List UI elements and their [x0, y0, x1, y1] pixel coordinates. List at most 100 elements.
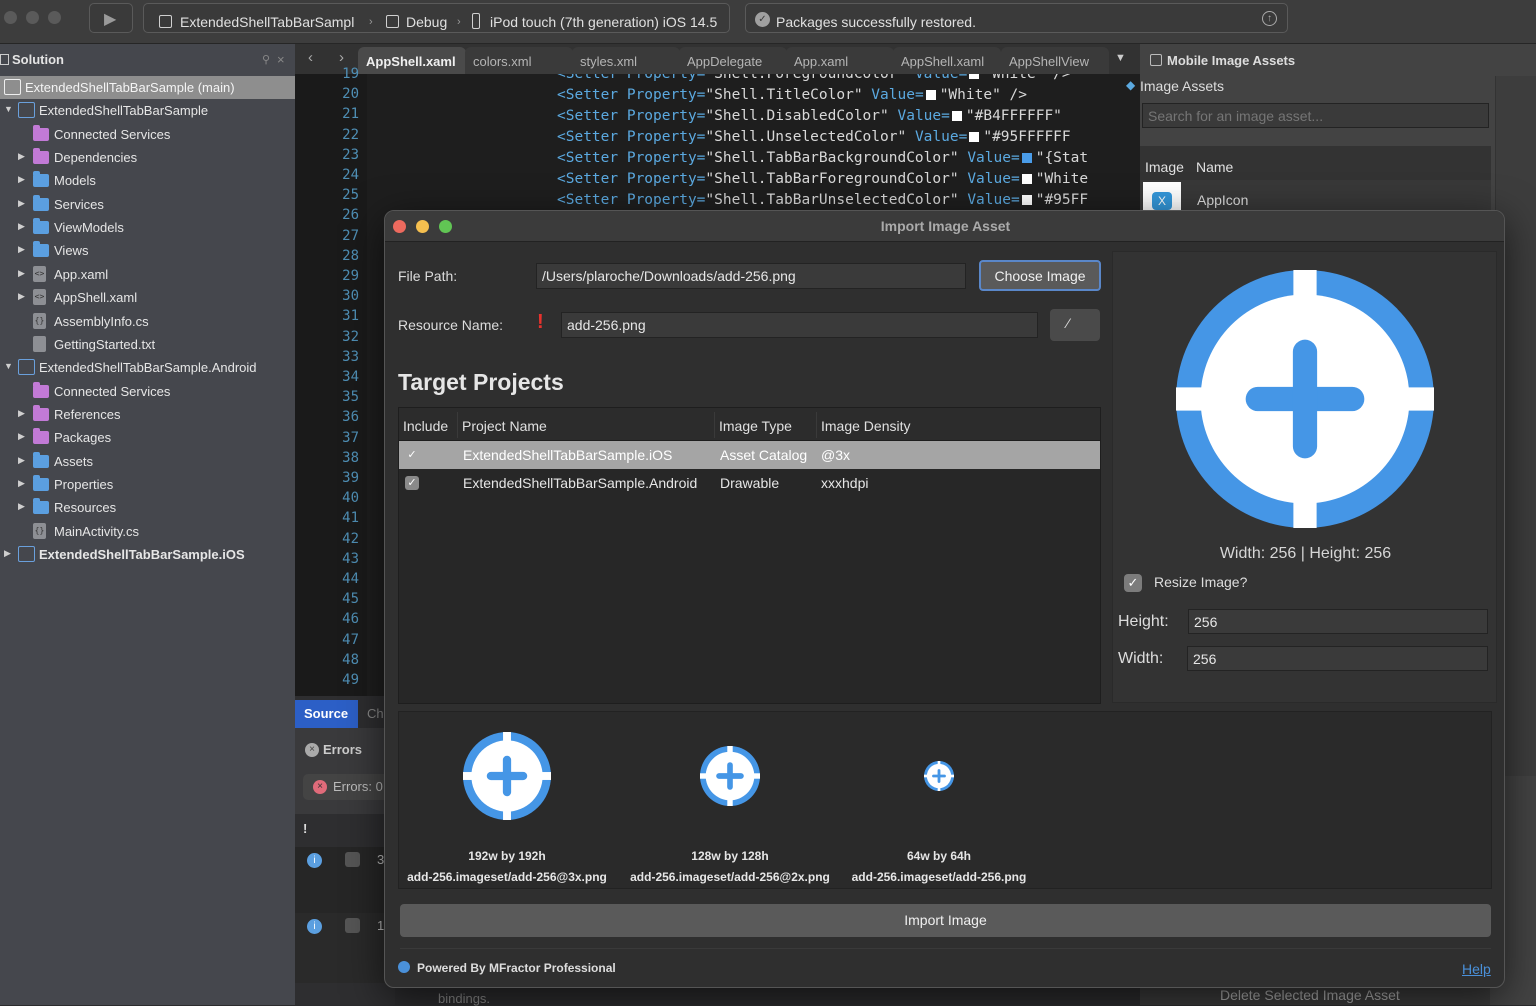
expand-right-icon[interactable]: ▶: [18, 408, 25, 419]
solution-tree-item[interactable]: {} AssemblyInfo.cs: [0, 310, 295, 333]
configuration-label[interactable]: Debug: [406, 14, 447, 30]
solution-tree-item[interactable]: ▶ References: [0, 403, 295, 426]
error-row[interactable]: i 1: [295, 913, 395, 983]
color-swatch[interactable]: [1021, 195, 1032, 205]
warning-icon: !: [537, 311, 544, 333]
row-checkbox[interactable]: [345, 918, 360, 933]
solution-tree-item[interactable]: ▼ ExtendedShellTabBarSample.Android: [0, 356, 295, 379]
solution-tree-item[interactable]: GettingStarted.txt: [0, 333, 295, 356]
column-image-type[interactable]: Image Type: [719, 418, 792, 434]
column-image[interactable]: Image: [1145, 159, 1184, 175]
xml-attribute: Value=: [914, 129, 968, 145]
expand-down-icon[interactable]: ▼: [4, 361, 13, 371]
expand-right-icon[interactable]: ▶: [18, 244, 25, 255]
color-swatch[interactable]: [925, 90, 936, 100]
solution-tree-item[interactable]: Connected Services: [0, 123, 295, 146]
target-project-row[interactable]: ✓ ExtendedShellTabBarSample.iOS Asset Cata…: [399, 441, 1100, 469]
code-area[interactable]: <Setter Property="Shell.ForegroundColor"…: [295, 74, 1140, 224]
column-project-name[interactable]: Project Name: [462, 418, 547, 434]
pin-icon[interactable]: ⚲: [262, 53, 270, 66]
tab-changes[interactable]: Ch: [367, 706, 384, 721]
solution-tree-item[interactable]: ▶ Services: [0, 193, 295, 216]
file-path-input[interactable]: /Users/plaroche/Downloads/add-256.png: [536, 263, 966, 289]
expand-right-icon[interactable]: ▶: [18, 478, 25, 489]
expand-right-icon[interactable]: ▶: [18, 268, 25, 279]
editor-tab[interactable]: AppShellView: [1001, 47, 1109, 74]
expand-right-icon[interactable]: ▶: [4, 548, 11, 559]
solution-tree-item[interactable]: ▶ Assets: [0, 450, 295, 473]
column-name[interactable]: Name: [1196, 159, 1233, 175]
generate-name-button[interactable]: ⁄: [1050, 309, 1100, 341]
expand-right-icon[interactable]: ▶: [18, 221, 25, 232]
column-include[interactable]: Include: [403, 418, 448, 434]
editor-tab[interactable]: AppDelegate: [679, 47, 787, 74]
include-checkbox[interactable]: ✓: [405, 448, 419, 462]
editor-tab[interactable]: AppShell.xaml: [358, 47, 466, 74]
run-button[interactable]: ▶: [89, 3, 133, 33]
solution-tree-item[interactable]: ExtendedShellTabBarSample (main): [0, 76, 295, 99]
choose-image-button[interactable]: Choose Image: [979, 260, 1101, 291]
solution-tree-item[interactable]: {} MainActivity.cs: [0, 520, 295, 543]
tab-source[interactable]: Source: [295, 700, 358, 728]
color-swatch[interactable]: [951, 111, 962, 121]
import-image-button[interactable]: Import Image: [400, 904, 1491, 937]
nav-back-icon[interactable]: ‹: [308, 49, 313, 66]
cell-density: @3x: [821, 447, 850, 463]
errors-filter-button[interactable]: × Errors: 0: [303, 774, 395, 800]
expand-down-icon[interactable]: ▼: [4, 104, 13, 114]
resize-checkbox[interactable]: ✓: [1124, 574, 1142, 592]
error-row[interactable]: i 3: [295, 847, 395, 913]
expand-right-icon[interactable]: ▶: [18, 431, 25, 442]
include-checkbox[interactable]: ✓: [405, 476, 419, 490]
expand-right-icon[interactable]: ▶: [18, 455, 25, 466]
arrow-up-circle-icon[interactable]: ↑: [1262, 11, 1277, 26]
solution-tree-item[interactable]: ▶ Packages: [0, 426, 295, 449]
help-link[interactable]: Help: [1462, 961, 1491, 977]
expand-right-icon[interactable]: ▶: [18, 291, 25, 302]
solution-tree-item[interactable]: ▶ Properties: [0, 473, 295, 496]
asset-search-input[interactable]: [1142, 103, 1489, 128]
severity-column-header[interactable]: !: [303, 821, 307, 836]
editor-tab[interactable]: AppShell.xaml: [893, 47, 1001, 74]
color-swatch[interactable]: [1021, 174, 1032, 184]
solution-tree-item[interactable]: ▶ Models: [0, 169, 295, 192]
asset-row[interactable]: X AppIcon: [1140, 180, 1491, 210]
line-number: 28: [342, 247, 359, 264]
close-icon[interactable]: ×: [277, 52, 285, 67]
color-swatch[interactable]: [969, 74, 980, 79]
device-label[interactable]: iPod touch (7th generation) iOS 14.5: [490, 14, 717, 30]
editor-tab[interactable]: styles.xml: [572, 47, 680, 74]
expand-right-icon[interactable]: ▶: [18, 501, 25, 512]
tree-item-label: MainActivity.cs: [54, 523, 139, 539]
scheme-label[interactable]: ExtendedShellTabBarSampl: [180, 14, 368, 30]
tab-overflow-icon[interactable]: ▼: [1115, 52, 1126, 64]
nav-forward-icon[interactable]: ›: [339, 49, 344, 66]
row-checkbox[interactable]: [345, 852, 360, 867]
color-swatch[interactable]: [969, 132, 980, 142]
xml-attribute: Value=: [897, 108, 950, 124]
expand-right-icon[interactable]: ▶: [18, 198, 25, 209]
window-close-button[interactable]: [4, 11, 17, 24]
color-swatch[interactable]: [1021, 153, 1032, 163]
height-input[interactable]: 256: [1188, 609, 1488, 634]
width-input[interactable]: 256: [1187, 646, 1488, 671]
column-image-density[interactable]: Image Density: [821, 418, 910, 434]
window-minimize-button[interactable]: [26, 11, 39, 24]
editor-tab[interactable]: colors.xml: [465, 47, 573, 74]
solution-tree-item[interactable]: ▶ <> App.xaml: [0, 263, 295, 286]
solution-tree-item[interactable]: ▶ <> AppShell.xaml: [0, 286, 295, 309]
solution-tree-item[interactable]: ▼ ExtendedShellTabBarSample: [0, 99, 295, 122]
expand-right-icon[interactable]: ▶: [18, 151, 25, 162]
target-project-row[interactable]: ✓ ExtendedShellTabBarSample.Android Drawab…: [399, 469, 1100, 497]
solution-tree-item[interactable]: ▶ ViewModels: [0, 216, 295, 239]
run-configuration-selector[interactable]: ExtendedShellTabBarSampl › Debug › iPod …: [143, 3, 730, 33]
editor-tab[interactable]: App.xaml: [786, 47, 894, 74]
window-zoom-button[interactable]: [48, 11, 61, 24]
solution-tree-item[interactable]: Connected Services: [0, 380, 295, 403]
expand-right-icon[interactable]: ▶: [18, 174, 25, 185]
solution-tree-item[interactable]: ▶ Resources: [0, 496, 295, 519]
solution-tree-item[interactable]: ▶ Views: [0, 239, 295, 262]
solution-tree-item[interactable]: ▶ ExtendedShellTabBarSample.iOS: [0, 543, 295, 566]
solution-tree-item[interactable]: ▶ Dependencies: [0, 146, 295, 169]
resource-name-input[interactable]: add-256.png: [561, 312, 1038, 338]
